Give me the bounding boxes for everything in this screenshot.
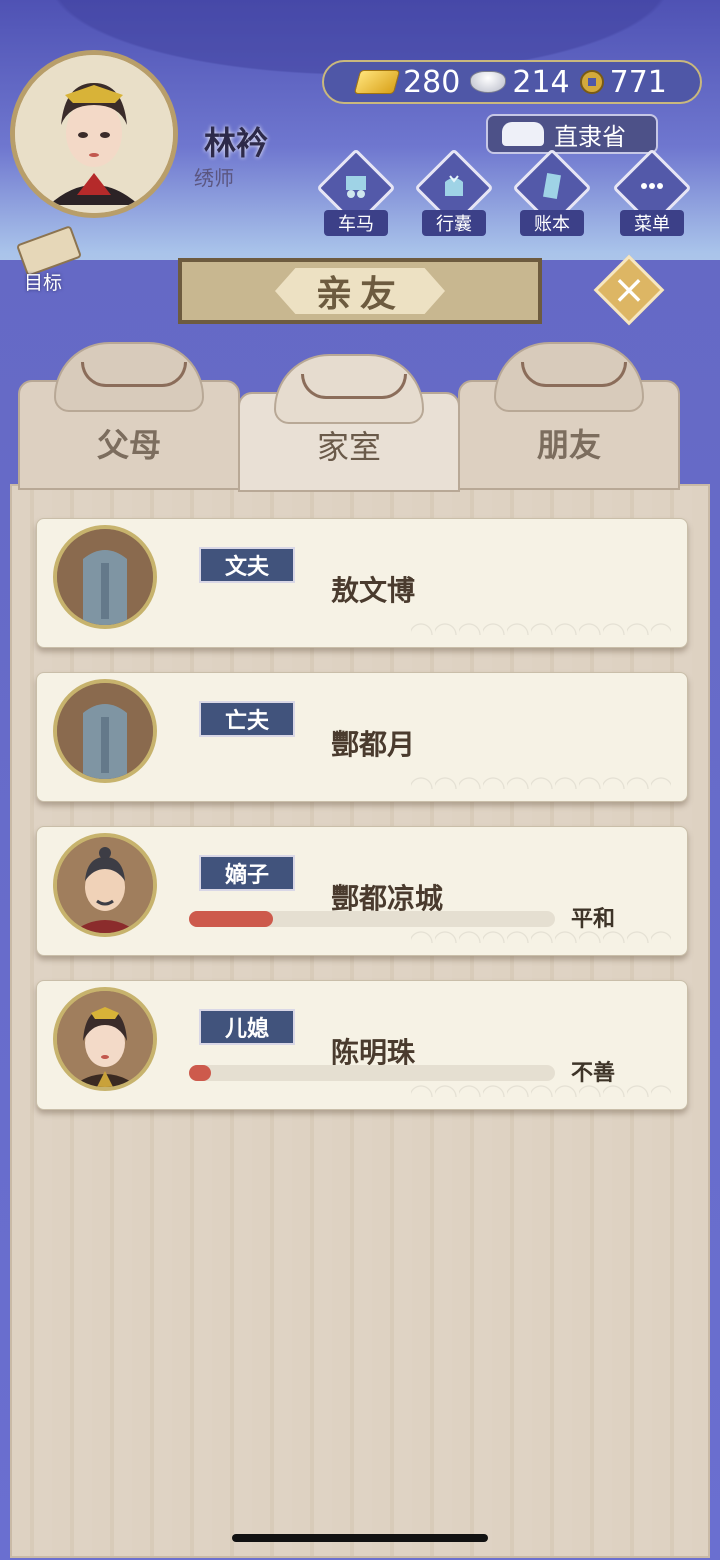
player-title: 绣师 xyxy=(194,166,234,190)
relationship-bar-fill xyxy=(189,1065,211,1081)
gold-currency: 280 xyxy=(353,64,461,100)
coin-amount: 771 xyxy=(609,64,667,100)
panel-title-banner: 亲友 xyxy=(178,258,542,324)
goal-button[interactable]: 目标 xyxy=(10,225,86,298)
tombstone-icon xyxy=(57,683,153,779)
cloud-ornament-icon xyxy=(274,354,424,424)
gold-amount: 280 xyxy=(403,64,461,100)
man-avatar-icon xyxy=(57,837,153,933)
relative-name: 酆都月 xyxy=(331,728,416,761)
player-name: 林衿 xyxy=(204,124,269,162)
menu-label-bundle: 行囊 xyxy=(422,210,486,236)
silver-amount: 214 xyxy=(512,64,570,100)
relative-card[interactable]: 文夫 敖文博 xyxy=(36,518,688,648)
lady-portrait-icon xyxy=(15,55,173,213)
currency-bar: 280 214 771 xyxy=(322,60,702,104)
menu-label-carriage: 车马 xyxy=(324,210,388,236)
player-avatar[interactable] xyxy=(10,50,178,218)
tab-label-parents: 父母 xyxy=(96,426,161,464)
menu-label-ledger: 账本 xyxy=(520,210,584,236)
relation-tag: 儿媳 xyxy=(199,1009,295,1045)
carriage-icon xyxy=(346,176,366,198)
home-indicator xyxy=(232,1534,488,1542)
tombstone-icon xyxy=(57,529,153,625)
tab-parents[interactable]: 父母 xyxy=(18,342,240,490)
tab-label-friends: 朋友 xyxy=(536,426,601,464)
coin-currency: 771 xyxy=(579,64,667,100)
menu-button-more[interactable]: 菜单 xyxy=(612,148,692,236)
more-icon xyxy=(641,183,663,189)
cloud-ornament-icon xyxy=(54,342,204,412)
gold-ingot-icon xyxy=(353,70,401,94)
man-portrait xyxy=(53,833,157,937)
relative-card[interactable]: 亡夫 酆都月 xyxy=(36,672,688,802)
tab-friends[interactable]: 朋友 xyxy=(458,342,680,490)
ledger-icon xyxy=(543,172,561,200)
silver-currency: 214 xyxy=(470,64,570,100)
copper-coin-icon xyxy=(579,70,604,94)
panel-title: 亲友 xyxy=(275,268,445,314)
location-label: 直隶省 xyxy=(554,122,626,151)
relation-tag: 嫡子 xyxy=(199,855,295,891)
relative-card[interactable]: 儿媳 陈明珠 不善 xyxy=(36,980,688,1110)
tombstone-portrait xyxy=(53,525,157,629)
woman-portrait xyxy=(53,987,157,1091)
silver-ingot-icon xyxy=(470,71,507,93)
menu-button-carriage[interactable]: 车马 xyxy=(316,148,396,236)
menu-button-bundle[interactable]: 行囊 xyxy=(414,148,494,236)
relation-tag: 文夫 xyxy=(199,547,295,583)
location-button[interactable]: 直隶省 xyxy=(486,114,658,154)
relation-tag: 亡夫 xyxy=(199,701,295,737)
menu-label-more: 菜单 xyxy=(620,210,684,236)
bundle-icon xyxy=(445,175,463,196)
tombstone-portrait xyxy=(53,679,157,783)
menu-button-ledger[interactable]: 账本 xyxy=(512,148,592,236)
goal-label: 目标 xyxy=(24,272,63,294)
woman-avatar-icon xyxy=(57,991,153,1087)
relationship-bar-fill xyxy=(189,911,274,927)
relative-card[interactable]: 嫡子 酆都凉城 平和 xyxy=(36,826,688,956)
relative-name: 敖文博 xyxy=(331,574,416,607)
tab-label-family: 家室 xyxy=(316,428,381,466)
tab-family[interactable]: 家室 xyxy=(238,354,460,492)
cloud-ornament-icon xyxy=(494,342,644,412)
map-location-icon xyxy=(502,122,544,146)
close-icon: × xyxy=(612,267,646,313)
